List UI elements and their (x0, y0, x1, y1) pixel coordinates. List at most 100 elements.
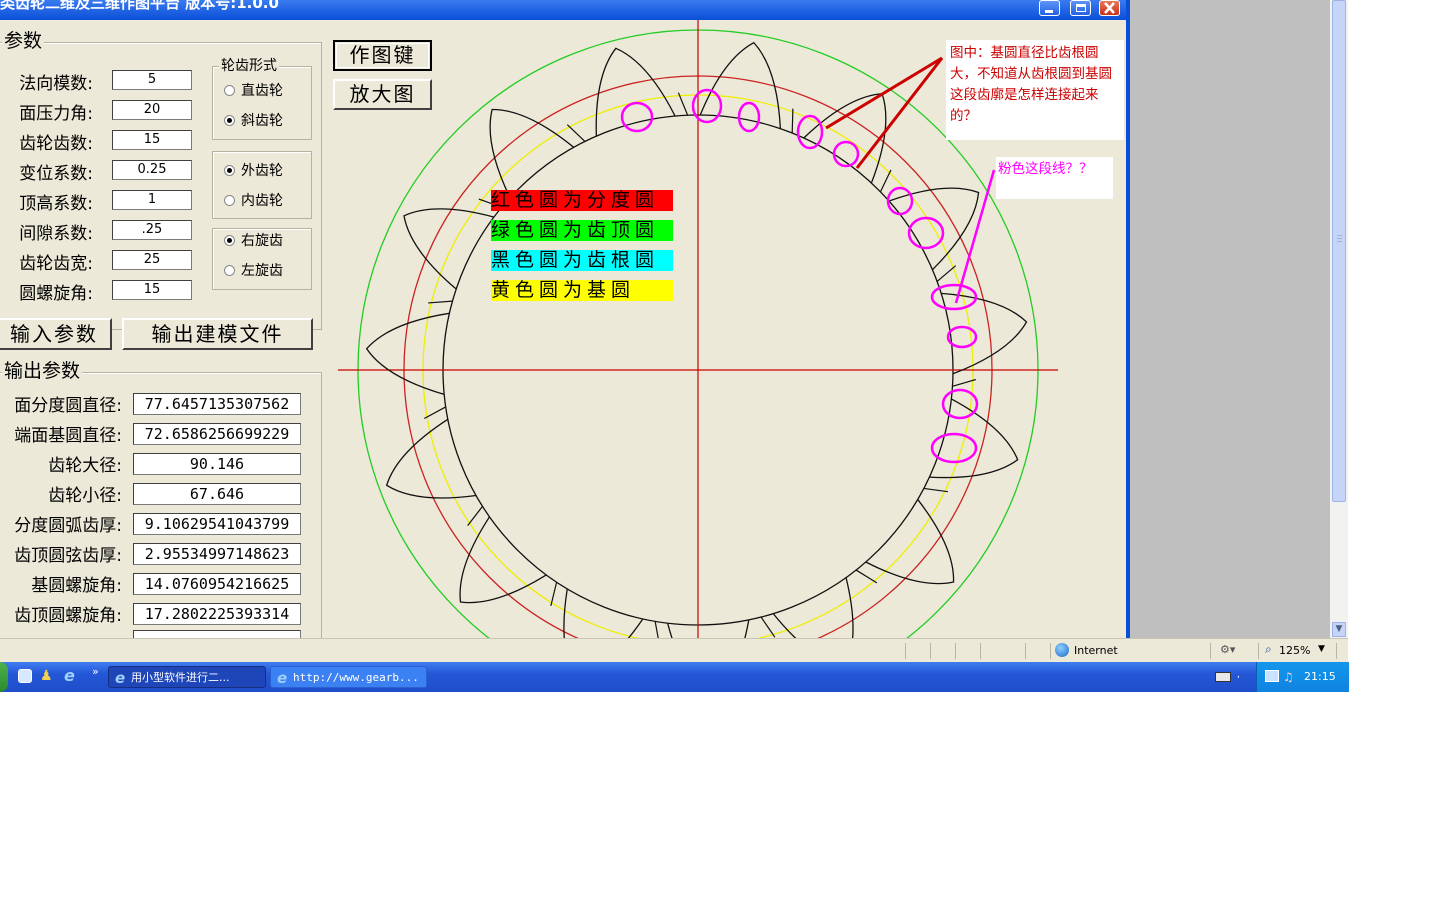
taskbar-item-1[interactable]: e 用小型软件进行二... (108, 666, 266, 688)
output-label-3: 齿轮小径: (48, 486, 122, 506)
radio-spur-label: 直齿轮 (241, 83, 283, 99)
taskbar-item-1-label: 用小型软件进行二... (131, 671, 230, 684)
language-indicator[interactable]: , (1237, 670, 1240, 680)
input-params-button[interactable]: 输入参数 (0, 318, 112, 350)
tooth-transition-line (760, 616, 776, 638)
volume-icon[interactable]: ♫ (1283, 662, 1294, 692)
show-desktop-icon[interactable] (18, 669, 32, 683)
param-input-0[interactable]: 5 (112, 70, 192, 90)
radio-spur-dot (224, 85, 235, 96)
output-field-4[interactable]: 9.10629541043799 (133, 513, 301, 535)
radio-internal-label: 内齿轮 (241, 193, 283, 209)
scrollbar-thumb[interactable] (1332, 0, 1346, 502)
output-field-5[interactable]: 2.95534997148623 (133, 543, 301, 565)
callout-line (825, 56, 943, 130)
gear-tooth (772, 577, 854, 638)
export-model-button[interactable]: 输出建模文件 (122, 318, 313, 350)
output-field-0[interactable]: 77.6457135307562 (133, 393, 301, 415)
radio-spur[interactable]: 直齿轮 (224, 80, 283, 100)
radio-helical-label: 斜齿轮 (241, 113, 283, 129)
radio-internal[interactable]: 内齿轮 (224, 190, 283, 210)
tooth-form-label: 轮齿形式 (219, 58, 279, 74)
param-input-7[interactable]: 15 (112, 280, 192, 300)
param-label-5: 间隙系数: (19, 224, 93, 244)
network-icon[interactable] (1265, 670, 1279, 682)
tooth-transition-line (467, 505, 483, 526)
param-input-1[interactable]: 20 (112, 100, 192, 120)
gear-tooth (803, 93, 887, 184)
highlight-ellipse (886, 186, 914, 216)
radio-right-hand[interactable]: 右旋齿 (224, 230, 283, 250)
radio-helical[interactable]: 斜齿轮 (224, 110, 283, 130)
output-label-4: 分度圆弧齿厚: (14, 516, 122, 536)
param-input-5[interactable]: .25 (112, 220, 192, 240)
param-label-7: 圆螺旋角: (19, 284, 93, 304)
gear-tooth (941, 292, 1028, 375)
window-title: 类齿轮二维及三维作图平台 版本号:1.0.0 (0, 0, 279, 12)
params-group-label: 参数 (2, 30, 45, 52)
output-label-7: 齿顶圆螺旋角: (14, 606, 122, 626)
taskbar-item-2-label: http://www.gearb... (293, 671, 419, 684)
security-icon[interactable]: ⚙▾ (1220, 643, 1244, 657)
gear-tooth (403, 208, 495, 290)
legend-item-3: 黄色圆为基圆 (491, 280, 673, 301)
output-field-2[interactable]: 90.146 (133, 453, 301, 475)
tooth-transition-line (423, 406, 446, 420)
security-zone: Internet (1074, 644, 1118, 657)
output-field-7[interactable]: 17.2802225393314 (133, 603, 301, 625)
tooth-transition-line (855, 569, 878, 584)
app-client-area: 参数 法向模数: 5 面压力角: 20 齿轮齿数: 15 变位系数: 0.25 顶高系数: 1 间隙… (0, 20, 1126, 654)
param-input-4[interactable]: 1 (112, 190, 192, 210)
legend-item-0: 红色圆为分度圆 (491, 190, 673, 211)
messenger-icon[interactable]: ♟ (40, 668, 53, 684)
radio-left-hand[interactable]: 左旋齿 (224, 260, 283, 280)
zoom-level[interactable]: 125% (1279, 644, 1310, 657)
browser-background (1130, 0, 1330, 638)
callout-line (954, 169, 996, 304)
scroll-down-arrow-icon[interactable]: ▼ (1332, 622, 1346, 637)
annotation-note-1: 图中：基圆直径比齿根圆大，不知道从齿根圆到基圆这段齿廓是怎样连接起来的？ (946, 40, 1124, 140)
output-field-3[interactable]: 67.646 (133, 483, 301, 505)
radio-right-hand-dot (224, 235, 235, 246)
param-input-6[interactable]: 25 (112, 250, 192, 270)
output-label-1: 端面基圆直径: (14, 426, 122, 446)
close-icon (1104, 2, 1115, 14)
param-input-3[interactable]: 0.25 (112, 160, 192, 180)
param-input-2[interactable]: 15 (112, 130, 192, 150)
output-label-5: 齿顶圆弦齿厚: (14, 546, 122, 566)
tooth-transition-line (550, 582, 558, 607)
output-group-label: 输出参数 (2, 360, 83, 382)
output-label-0: 面分度圆直径: (14, 396, 122, 416)
param-label-1: 面压力角: (19, 104, 93, 124)
radio-external-dot (224, 165, 235, 176)
gear-tooth (563, 588, 644, 638)
taskbar: ♟ e » e 用小型软件进行二... e http://www.gearb..… (0, 662, 1348, 692)
minimize-button[interactable] (1039, 0, 1060, 16)
ie-icon: e (115, 669, 126, 687)
tooth-transition-line (677, 92, 689, 116)
globe-icon (1055, 643, 1069, 657)
start-button[interactable] (0, 662, 8, 692)
tooth-transition-line (791, 108, 794, 134)
param-label-3: 变位系数: (19, 164, 93, 184)
highlight-ellipse (620, 101, 654, 133)
radio-right-hand-label: 右旋齿 (241, 233, 283, 249)
quicklaunch-more-icon[interactable]: » (92, 665, 99, 678)
maximize-button[interactable] (1070, 0, 1091, 16)
annotation-note-2-text: 粉色这段线？？ (998, 161, 1093, 177)
keyboard-icon[interactable] (1215, 672, 1231, 682)
window-title-bar[interactable]: 类齿轮二维及三维作图平台 版本号:1.0.0 (0, 0, 1128, 20)
clock[interactable]: 21:15 (1304, 662, 1336, 692)
radio-external-label: 外齿轮 (241, 163, 283, 179)
highlight-ellipse (946, 325, 978, 349)
radio-external[interactable]: 外齿轮 (224, 160, 283, 180)
output-field-6[interactable]: 14.0760954216625 (133, 573, 301, 595)
zoom-dropdown-icon[interactable]: ▼ (1318, 644, 1325, 654)
ie-quicklaunch-icon[interactable]: e (64, 666, 75, 685)
close-button[interactable] (1099, 0, 1120, 16)
output-field-1[interactable]: 72.6586256699229 (133, 423, 301, 445)
tooth-transition-line (936, 265, 957, 282)
annotation-note-2: 粉色这段线？？ (996, 157, 1113, 199)
param-label-0: 法向模数: (19, 74, 93, 94)
taskbar-item-2[interactable]: e http://www.gearb... (270, 666, 427, 688)
